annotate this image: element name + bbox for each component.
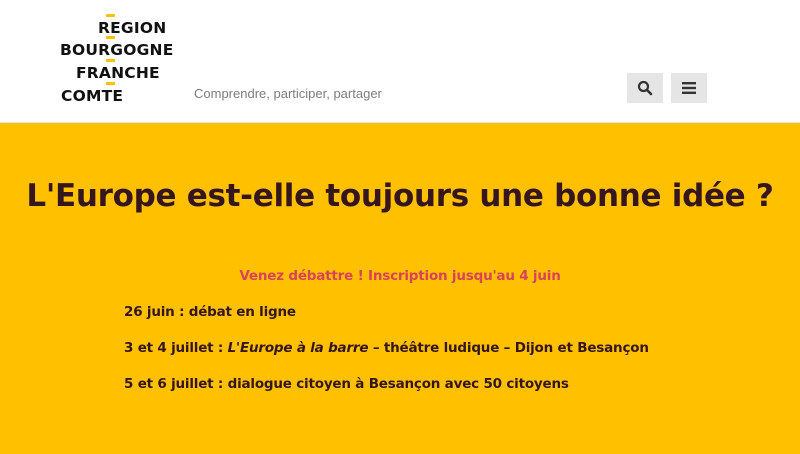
event-title: L'Europe à la barre: [227, 340, 369, 356]
event-description: débat en ligne: [188, 304, 296, 320]
site-header: REGION BOURGOGNE FRANCHE COMTE Comprendr…: [0, 0, 800, 123]
logo-accent-mark: [106, 59, 115, 62]
logo-line-franche: FRANCHE: [76, 64, 160, 82]
event-date: 5 et 6 juillet :: [124, 376, 224, 392]
event-item: 3 et 4 juillet : L'Europe à la barre – t…: [124, 340, 649, 356]
logo-accent-mark: [106, 82, 115, 85]
registration-subtitle: Venez débattre ! Inscription jusqu'au 4 …: [239, 268, 561, 284]
logo-line-bourgogne: BOURGOGNE: [60, 41, 174, 59]
logo-accent-mark: [106, 36, 115, 39]
event-description: – théâtre ludique – Dijon et Besançon: [372, 340, 649, 356]
hamburger-menu-icon: [682, 82, 696, 94]
menu-button[interactable]: [671, 73, 707, 103]
page-title: L'Europe est-elle toujours une bonne idé…: [26, 178, 774, 214]
search-button[interactable]: [627, 73, 663, 103]
logo-accent-mark: [106, 14, 115, 17]
hero-banner: L'Europe est-elle toujours une bonne idé…: [0, 123, 800, 454]
search-icon: [637, 80, 653, 96]
event-item: 26 juin : débat en ligne: [124, 304, 296, 320]
event-item: 5 et 6 juillet : dialogue citoyen à Besa…: [124, 376, 569, 392]
region-logo[interactable]: REGION BOURGOGNE FRANCHE COMTE: [58, 14, 188, 108]
site-tagline: Comprendre, participer, partager: [194, 86, 382, 101]
event-date: 3 et 4 juillet :: [124, 340, 224, 356]
logo-line-region: REGION: [98, 19, 167, 37]
event-date: 26 juin :: [124, 304, 185, 320]
event-description: dialogue citoyen à Besançon avec 50 cito…: [227, 376, 569, 392]
logo-line-comte: COMTE: [61, 87, 124, 105]
